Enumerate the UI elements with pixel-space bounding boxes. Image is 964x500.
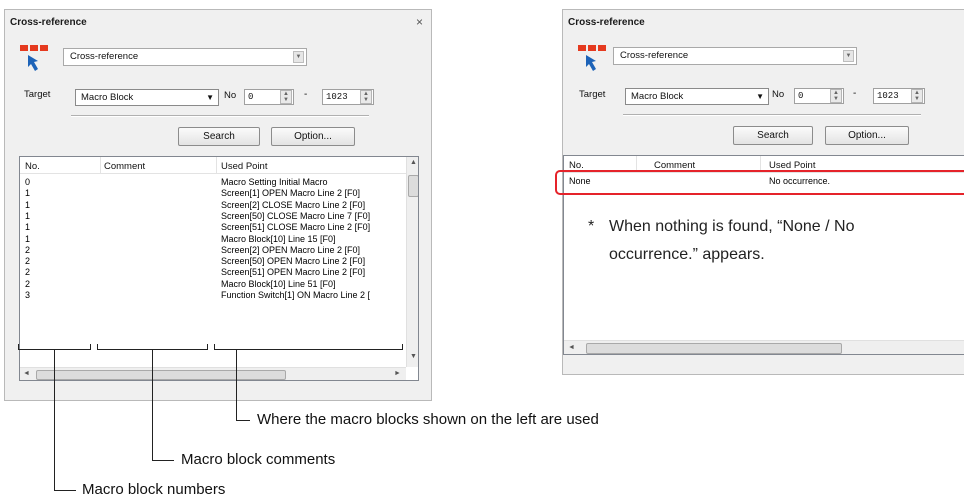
scroll-left-icon[interactable]: ◄	[568, 344, 575, 351]
target-select[interactable]: Macro Block ▼	[75, 89, 219, 106]
row-used-point: Screen[2] OPEN Macro Line 2 [F0]	[221, 244, 361, 255]
mode-combo[interactable]: Cross-reference ▼	[613, 47, 857, 65]
callout-used-point: Where the macro blocks shown on the left…	[257, 411, 599, 428]
chevron-down-icon: ▼	[756, 92, 764, 101]
row-no: 2	[25, 244, 31, 255]
header-rule	[20, 173, 418, 174]
callout-numbers: Macro block numbers	[82, 481, 226, 498]
highlight-box	[555, 170, 964, 195]
option-button[interactable]: Option...	[825, 126, 909, 145]
cross-reference-icon	[20, 45, 48, 71]
dropdown-arrow-icon[interactable]: ▼	[843, 50, 854, 62]
column-divider	[100, 157, 101, 173]
table-row[interactable]: 2 Screen[2] OPEN Macro Line 2 [F0]	[20, 244, 418, 256]
table-row[interactable]: 1 Screen[2] CLOSE Macro Line 2 [F0]	[20, 199, 418, 211]
column-header-no[interactable]: No.	[25, 161, 40, 172]
table-row[interactable]: 1 Screen[1] OPEN Macro Line 2 [F0]	[20, 188, 418, 199]
table-row[interactable]: 2 Screen[50] OPEN Macro Line 2 [F0]	[20, 256, 418, 267]
search-button[interactable]: Search	[733, 126, 813, 145]
panel-title: Cross-reference	[568, 17, 645, 28]
column-header-used-point[interactable]: Used Point	[221, 161, 267, 172]
table-row[interactable]: 3 Function Switch[1] ON Macro Line 2 [	[20, 290, 418, 301]
row-no: 1	[25, 233, 31, 244]
note-line-1: When nothing is found, “None / No	[609, 218, 855, 235]
note-bullet: *	[588, 218, 595, 235]
range-dash: -	[304, 89, 308, 100]
row-no: 3	[25, 290, 31, 300]
no-label: No	[224, 90, 237, 101]
table-row[interactable]: 1 Screen[51] CLOSE Macro Line 2 [F0]	[20, 222, 418, 233]
table-row[interactable]: 0 Macro Setting Initial Macro	[20, 177, 418, 188]
table-row[interactable]: 2 Screen[51] OPEN Macro Line 2 [F0]	[20, 267, 418, 278]
option-button[interactable]: Option...	[271, 127, 355, 146]
row-used-point: Screen[2] CLOSE Macro Line 2 [F0]	[221, 199, 366, 210]
close-icon[interactable]: ×	[416, 15, 423, 29]
row-used-point: Macro Block[10] Line 51 [F0]	[221, 278, 336, 289]
range-to-spin-icon[interactable]: ▲ ▼	[360, 90, 372, 104]
table-row[interactable]: 2 Macro Block[10] Line 51 [F0]	[20, 278, 418, 290]
result-list[interactable]: No. Comment Used Point 0 Macro Setting In…	[19, 156, 419, 381]
panel-title: Cross-reference	[10, 17, 87, 28]
scroll-right-icon[interactable]: ►	[394, 370, 401, 377]
range-from-spin-icon[interactable]: ▲ ▼	[280, 90, 292, 104]
callout-comments: Macro block comments	[181, 451, 336, 468]
cross-reference-icon	[578, 45, 606, 71]
column-header-comment[interactable]: Comment	[104, 161, 145, 172]
note-line-2: occurrence.” appears.	[609, 246, 765, 263]
vertical-scrollbar[interactable]: ▲ ▼	[406, 157, 418, 367]
row-no: 1	[25, 188, 31, 199]
cross-reference-panel-left: Cross-reference × Cross-reference ▼ Targ…	[4, 9, 432, 401]
mode-combo-value: Cross-reference	[620, 50, 689, 61]
target-select-value: Macro Block	[631, 91, 684, 102]
row-used-point: Macro Block[10] Line 15 [F0]	[221, 233, 336, 244]
horizontal-scrollbar[interactable]: ◄ ►	[20, 367, 406, 380]
separator	[623, 114, 921, 116]
mode-combo-value: Cross-reference	[70, 51, 139, 62]
scroll-thumb[interactable]	[408, 175, 418, 197]
target-select[interactable]: Macro Block ▼	[625, 88, 769, 105]
row-no: 0	[25, 177, 31, 187]
target-label: Target	[579, 89, 606, 100]
table-row[interactable]: 1 Macro Block[10] Line 15 [F0]	[20, 233, 418, 245]
target-label: Target	[24, 89, 51, 100]
row-used-point: Macro Setting Initial Macro	[221, 177, 328, 187]
scroll-thumb-horizontal[interactable]	[586, 343, 842, 354]
row-used-point: Screen[51] CLOSE Macro Line 2 [F0]	[221, 222, 371, 233]
range-from-spin-icon[interactable]: ▲ ▼	[830, 89, 842, 103]
row-no: 1	[25, 199, 31, 210]
range-to-spin-icon[interactable]: ▲ ▼	[911, 89, 923, 103]
column-divider	[216, 157, 217, 173]
row-used-point: Screen[50] OPEN Macro Line 2 [F0]	[221, 256, 366, 267]
scroll-thumb-horizontal[interactable]	[36, 370, 286, 380]
chevron-down-icon: ▼	[206, 93, 214, 102]
row-used-point: Screen[50] CLOSE Macro Line 7 [F0]	[221, 210, 371, 221]
dropdown-arrow-icon[interactable]: ▼	[293, 51, 304, 63]
mode-combo[interactable]: Cross-reference ▼	[63, 48, 307, 66]
separator	[71, 115, 369, 117]
scroll-down-icon[interactable]: ▼	[410, 353, 417, 360]
target-select-value: Macro Block	[81, 92, 134, 103]
range-dash: -	[853, 88, 857, 99]
scroll-left-icon[interactable]: ◄	[23, 370, 30, 377]
table-row[interactable]: 1 Screen[50] CLOSE Macro Line 7 [F0]	[20, 210, 418, 222]
row-used-point: Screen[1] OPEN Macro Line 2 [F0]	[221, 188, 361, 199]
row-no: 2	[25, 278, 31, 289]
no-label: No	[772, 89, 785, 100]
row-used-point: Function Switch[1] ON Macro Line 2 [	[221, 290, 371, 300]
row-no: 2	[25, 256, 31, 267]
search-button[interactable]: Search	[178, 127, 260, 146]
horizontal-scrollbar[interactable]: ◄	[564, 340, 964, 354]
row-no: 1	[25, 222, 31, 233]
row-no: 2	[25, 267, 31, 278]
row-used-point: Screen[51] OPEN Macro Line 2 [F0]	[221, 267, 366, 278]
row-no: 1	[25, 210, 31, 221]
scroll-up-icon[interactable]: ▲	[410, 159, 417, 166]
